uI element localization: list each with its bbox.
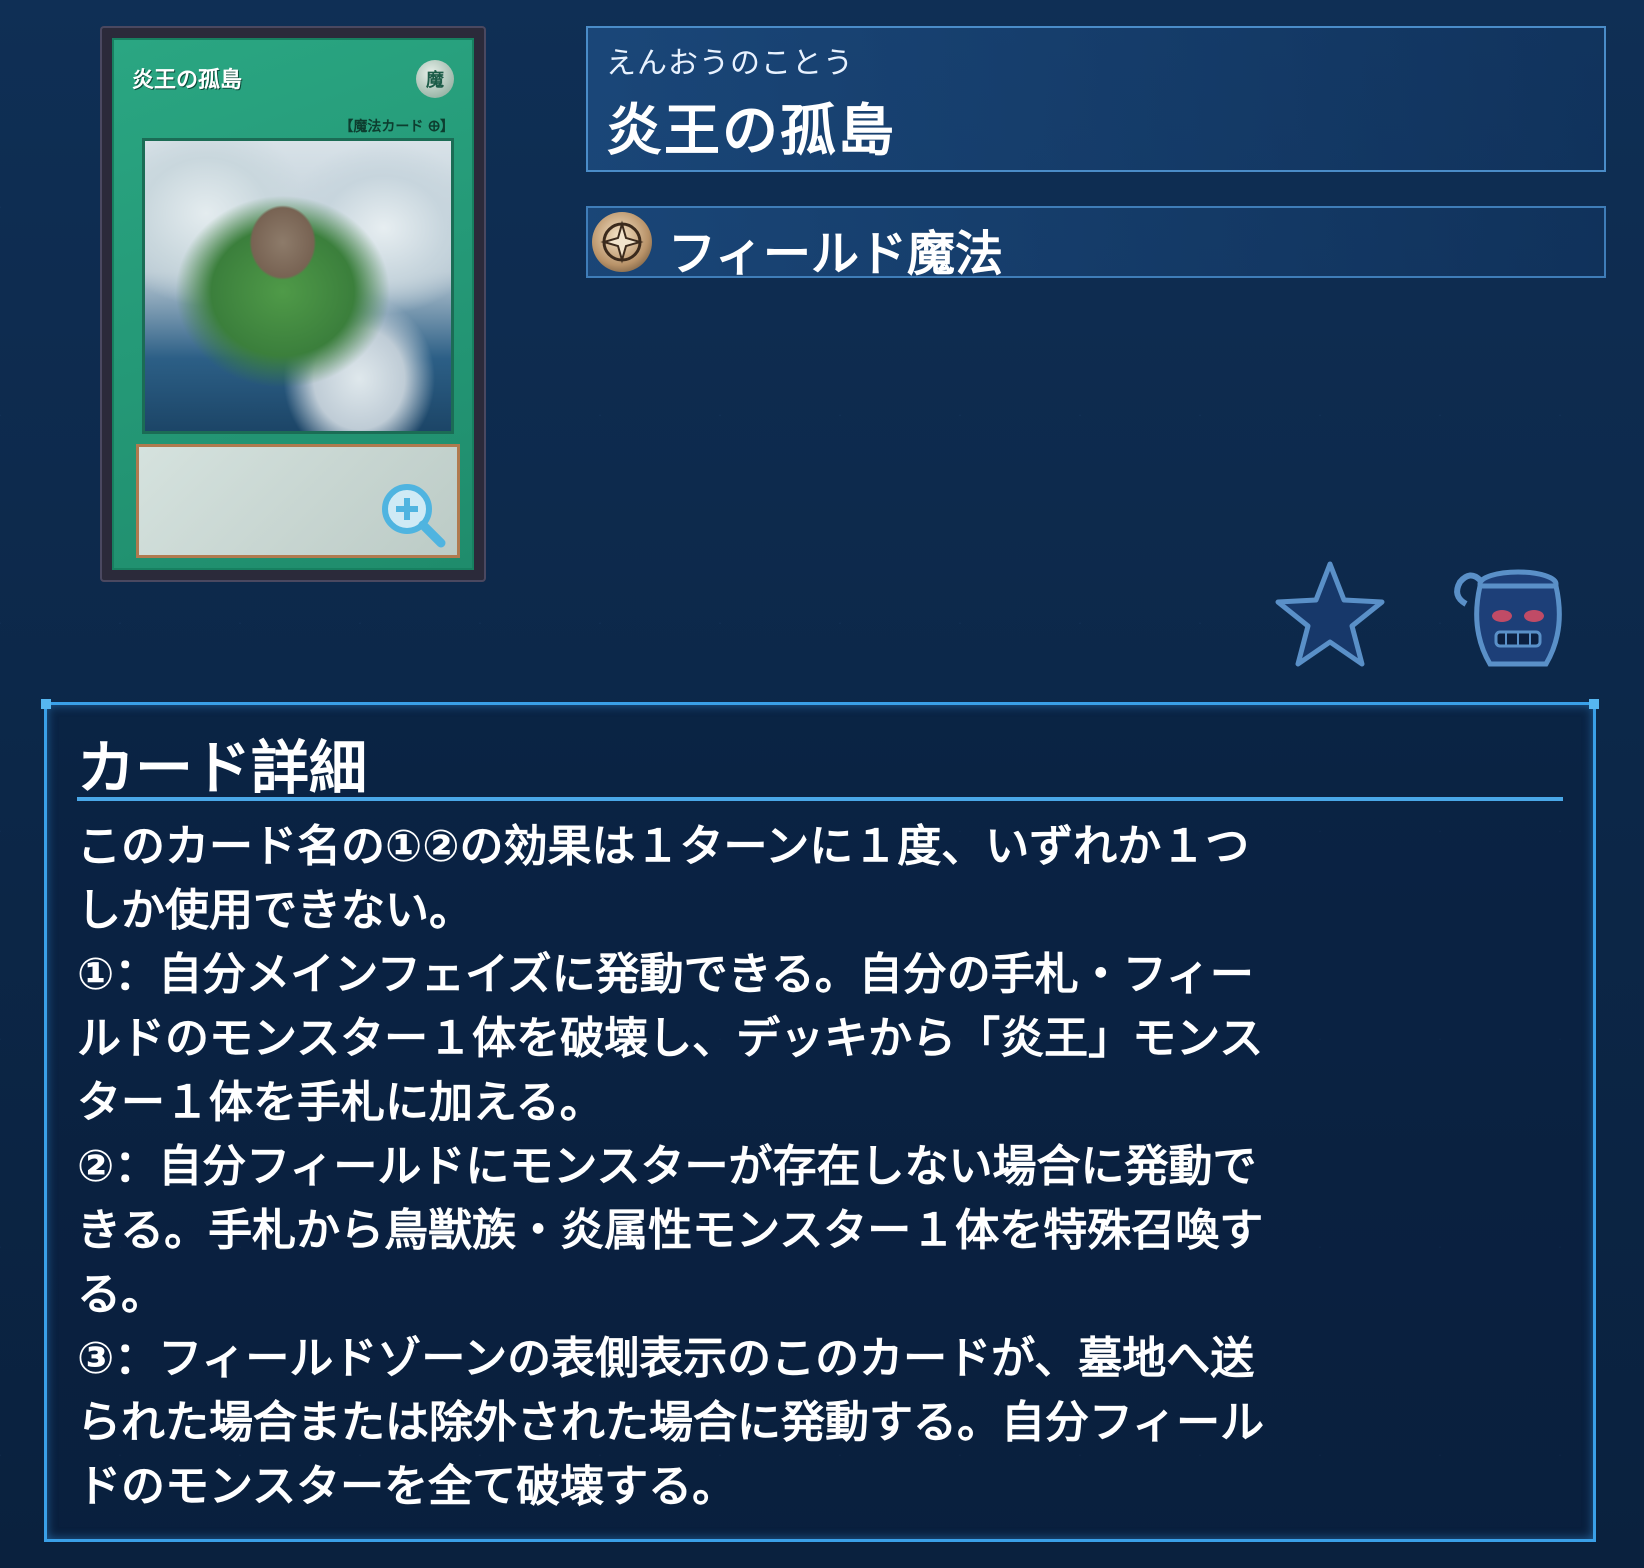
pot-of-greed-icon[interactable] bbox=[1450, 560, 1580, 680]
card-image-name: 炎王の孤島 bbox=[132, 68, 243, 93]
card-type-label: フィールド魔法 bbox=[668, 226, 1004, 282]
spell-attribute-icon: 魔 bbox=[416, 60, 454, 98]
card-effect-text: このカード名の①②の効果は１ターンに１度、いずれか１つ しか使用できない。 ①：… bbox=[77, 821, 1265, 1512]
zoom-in-icon[interactable] bbox=[377, 479, 447, 549]
panel-corner bbox=[1589, 699, 1599, 709]
card-name: 炎王の孤島 bbox=[606, 99, 896, 164]
card-name-panel: えんおうのことう 炎王の孤島 bbox=[586, 26, 1606, 172]
card-detail-panel[interactable]: カード詳細 このカード名の①②の効果は１ターンに１度、いずれか１つ しか使用でき… bbox=[41, 699, 1599, 1542]
card-text-box bbox=[136, 444, 460, 558]
heading-divider bbox=[77, 797, 1563, 801]
card-artwork bbox=[142, 138, 454, 434]
card-type-panel: フィールド魔法 bbox=[586, 206, 1606, 282]
panel-corner bbox=[41, 699, 51, 709]
card-frame: 炎王の孤島 魔 【魔法カード 🜨】 bbox=[112, 38, 474, 570]
card-image[interactable]: 炎王の孤島 魔 【魔法カード 🜨】 bbox=[100, 26, 486, 582]
star-icon[interactable] bbox=[1270, 556, 1390, 676]
card-image-type-line: 【魔法カード 🜨】 bbox=[339, 119, 454, 135]
field-spell-icon bbox=[592, 212, 652, 272]
card-detail-heading: カード詳細 bbox=[77, 734, 368, 802]
card-name-reading: えんおうのことう bbox=[606, 46, 854, 81]
